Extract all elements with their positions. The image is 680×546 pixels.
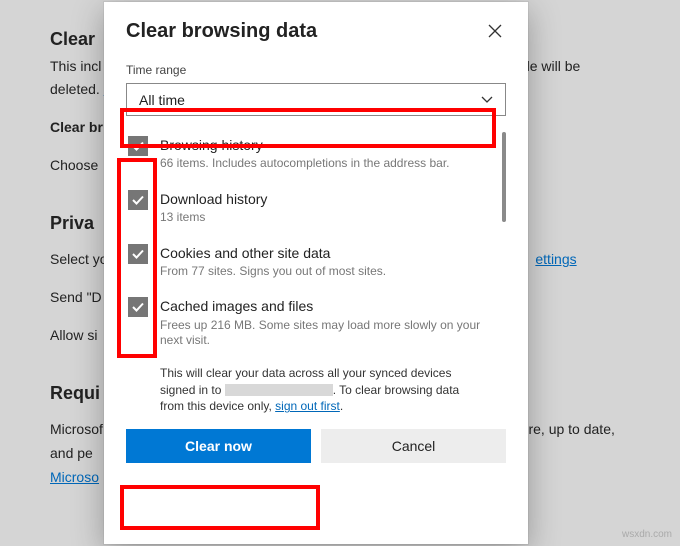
chevron-down-icon	[481, 92, 493, 108]
close-icon[interactable]	[484, 20, 506, 45]
checkbox-cached[interactable]	[128, 297, 148, 317]
option-title: Cookies and other site data	[160, 244, 488, 262]
option-cookies: Cookies and other site data From 77 site…	[126, 236, 506, 290]
bg-link[interactable]: Microso	[50, 469, 99, 485]
option-subtitle: From 77 sites. Signs you out of most sit…	[160, 264, 488, 280]
option-download-history: Download history 13 items	[126, 182, 506, 236]
time-range-select[interactable]: All time	[126, 83, 506, 116]
scrollbar[interactable]	[502, 132, 506, 222]
checkbox-download-history[interactable]	[128, 190, 148, 210]
redacted-account	[225, 384, 333, 396]
options-list: Browsing history 66 items. Includes auto…	[126, 128, 506, 359]
option-subtitle: 13 items	[160, 210, 488, 226]
bg-text: Microsof	[50, 421, 103, 437]
bg-text: Select yo	[50, 251, 108, 267]
option-cached: Cached images and files Frees up 216 MB.…	[126, 289, 506, 358]
time-range-value: All time	[139, 92, 185, 108]
option-subtitle: 66 items. Includes autocompletions in th…	[160, 156, 488, 172]
option-title: Cached images and files	[160, 297, 488, 315]
dialog-title: Clear browsing data	[126, 20, 317, 43]
option-subtitle: Frees up 216 MB. Some sites may load mor…	[160, 318, 488, 349]
bg-link[interactable]: ettings	[535, 251, 576, 267]
option-title: Browsing history	[160, 136, 488, 154]
clear-now-button[interactable]: Clear now	[126, 429, 311, 463]
option-browsing-history: Browsing history 66 items. Includes auto…	[126, 128, 506, 182]
sign-out-link[interactable]: sign out first	[275, 399, 340, 413]
watermark: wsxdn.com	[622, 529, 672, 540]
time-range-label: Time range	[126, 63, 506, 77]
cancel-button[interactable]: Cancel	[321, 429, 506, 463]
bg-text: This incl	[50, 58, 101, 74]
checkbox-cookies[interactable]	[128, 244, 148, 264]
clear-browsing-data-dialog: Clear browsing data Time range All time …	[104, 2, 528, 544]
option-title: Download history	[160, 190, 488, 208]
checkbox-browsing-history[interactable]	[128, 136, 148, 156]
sync-note: This will clear your data across all you…	[160, 365, 478, 415]
